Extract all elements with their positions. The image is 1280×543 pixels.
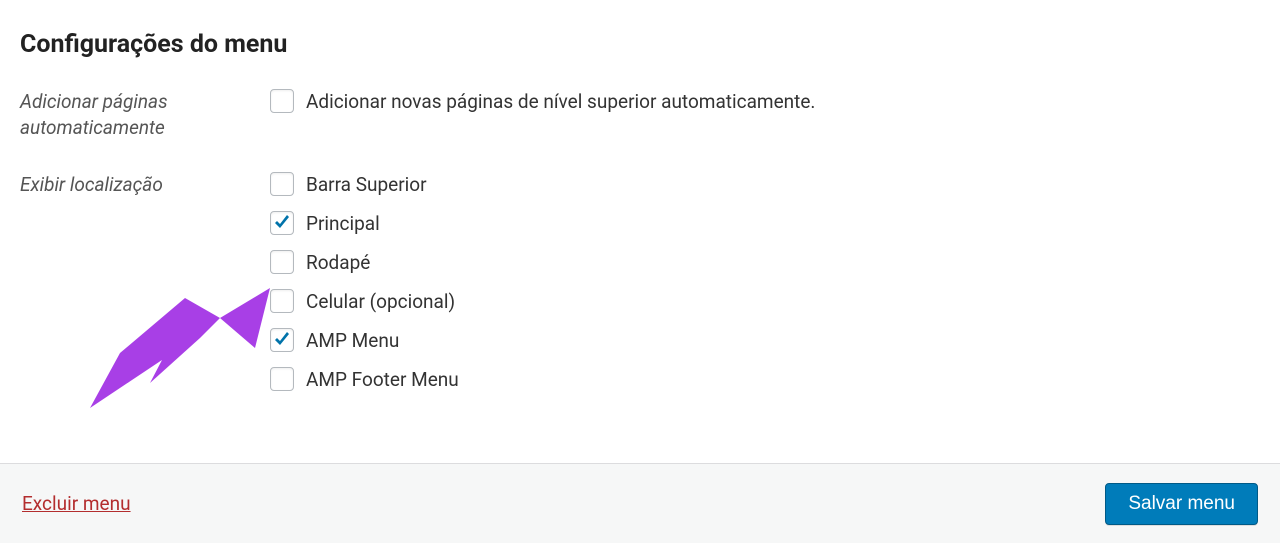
delete-menu-link[interactable]: Excluir menu <box>22 492 131 515</box>
location-option-label: Principal <box>306 212 380 235</box>
location-checkbox[interactable] <box>270 211 294 235</box>
location-checkbox[interactable] <box>270 172 294 196</box>
check-icon <box>272 330 292 350</box>
location-option-label: Rodapé <box>306 251 370 274</box>
location-option: Barra Superior <box>270 170 1260 198</box>
location-checkbox[interactable] <box>270 328 294 352</box>
location-label: Exibir localização <box>20 170 270 198</box>
auto-add-option-label: Adicionar novas páginas de nível superio… <box>306 90 815 113</box>
location-option-label: AMP Menu <box>306 329 399 352</box>
location-option: Rodapé <box>270 248 1260 276</box>
location-option: AMP Menu <box>270 326 1260 354</box>
auto-add-checkbox[interactable] <box>270 89 294 113</box>
location-option: Celular (opcional) <box>270 287 1260 315</box>
location-option-label: Celular (opcional) <box>306 290 455 313</box>
save-menu-button[interactable]: Salvar menu <box>1105 483 1258 525</box>
check-icon <box>272 213 292 233</box>
auto-add-label: Adicionar páginas automaticamente <box>20 87 270 140</box>
location-option-label: AMP Footer Menu <box>306 368 459 391</box>
location-option-label: Barra Superior <box>306 173 427 196</box>
location-checkbox[interactable] <box>270 250 294 274</box>
location-checkbox[interactable] <box>270 367 294 391</box>
auto-add-option: Adicionar novas páginas de nível superio… <box>270 87 1260 115</box>
location-option: Principal <box>270 209 1260 237</box>
section-heading: Configurações do menu <box>20 30 1260 59</box>
location-checkbox[interactable] <box>270 289 294 313</box>
location-row: Exibir localização Barra Superior Princip… <box>20 170 1260 404</box>
auto-add-row: Adicionar páginas automaticamente Adicio… <box>20 87 1260 140</box>
location-option: AMP Footer Menu <box>270 365 1260 393</box>
footer-bar: Excluir menu Salvar menu <box>0 463 1280 543</box>
